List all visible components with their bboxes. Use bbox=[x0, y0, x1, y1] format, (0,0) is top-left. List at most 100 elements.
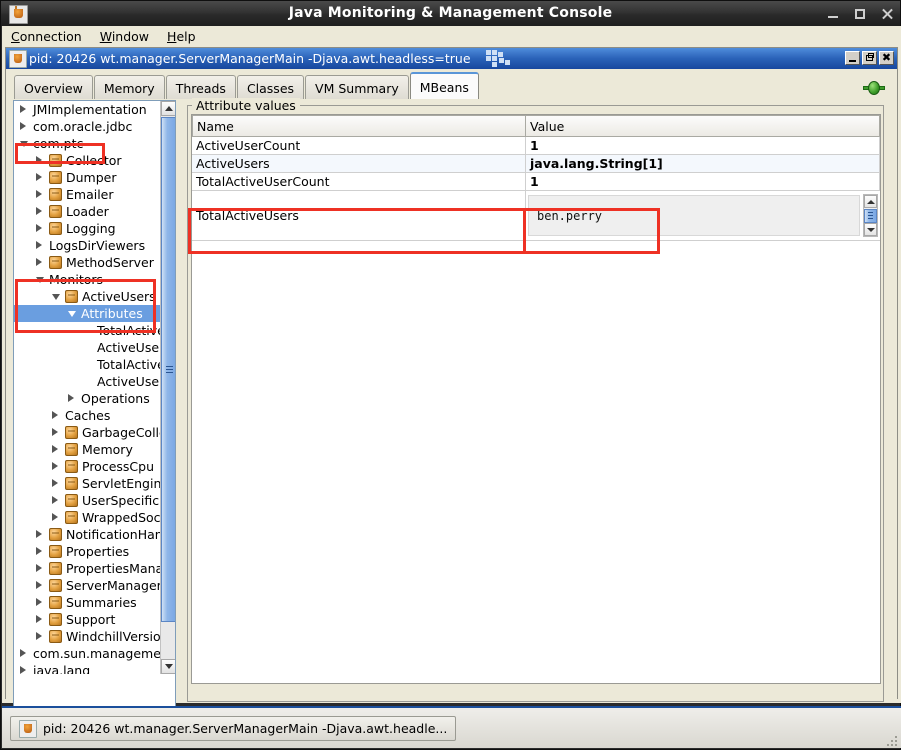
tree-node-activeusers[interactable]: ActiveUsers bbox=[14, 373, 161, 390]
tree-node-support[interactable]: Support bbox=[14, 611, 161, 628]
chevron-down-icon[interactable] bbox=[52, 294, 60, 300]
tree-node-activeusers[interactable]: ActiveUsers bbox=[14, 288, 161, 305]
chevron-right-icon[interactable] bbox=[36, 207, 42, 215]
menu-item-window[interactable]: Window bbox=[91, 27, 158, 46]
chevron-right-icon[interactable] bbox=[36, 581, 42, 589]
menu-item-connection[interactable]: Connection bbox=[2, 27, 91, 46]
column-header-value[interactable]: Value bbox=[526, 115, 880, 137]
array-value-list[interactable]: ben.perry bbox=[528, 195, 860, 236]
chevron-right-icon[interactable] bbox=[36, 632, 42, 640]
tree-node-activeusercount[interactable]: ActiveUserCount bbox=[14, 339, 161, 356]
tree-node-attributes[interactable]: Attributes bbox=[14, 305, 161, 322]
tab-memory[interactable]: Memory bbox=[93, 75, 165, 102]
table-row[interactable]: ActiveUsers java.lang.String[1] bbox=[192, 155, 880, 173]
restore-icon[interactable] bbox=[862, 51, 877, 65]
chevron-right-icon[interactable] bbox=[36, 615, 42, 623]
tree-node-emailer[interactable]: Emailer bbox=[14, 186, 161, 203]
chevron-right-icon[interactable] bbox=[36, 156, 42, 164]
mbean-tree-panel[interactable]: JMImplementation com.oracle.jdbc com.ptc Co… bbox=[13, 100, 176, 729]
tree-node-com-ptc[interactable]: com.ptc bbox=[14, 135, 161, 152]
attribute-value-cell[interactable]: ben.perry bbox=[526, 191, 880, 240]
tree-node-operations[interactable]: Operations bbox=[14, 390, 161, 407]
chevron-right-icon[interactable] bbox=[36, 547, 42, 555]
chevron-right-icon[interactable] bbox=[20, 122, 26, 130]
attribute-name-cell[interactable]: TotalActiveUsers bbox=[192, 191, 526, 240]
attribute-name-cell[interactable]: TotalActiveUserCount bbox=[192, 173, 526, 191]
chevron-right-icon[interactable] bbox=[36, 241, 42, 249]
tree-node-com-oracle-jdbc[interactable]: com.oracle.jdbc bbox=[14, 118, 161, 135]
array-value-scrollbar[interactable] bbox=[863, 194, 878, 237]
tree-node-processcpu[interactable]: ProcessCpu bbox=[14, 458, 161, 475]
close-icon[interactable]: ✖ bbox=[879, 51, 894, 65]
maximize-icon[interactable] bbox=[853, 7, 867, 21]
chevron-right-icon[interactable] bbox=[20, 666, 26, 674]
taskbar-window-button[interactable]: pid: 20426 wt.manager.ServerManagerMain … bbox=[10, 716, 457, 741]
tree-node-monitors[interactable]: Monitors bbox=[14, 271, 161, 288]
tree-node-com-sun-management[interactable]: com.sun.management bbox=[14, 645, 161, 662]
tree-node-caches[interactable]: Caches bbox=[14, 407, 161, 424]
chevron-right-icon[interactable] bbox=[52, 513, 58, 521]
attribute-name-cell[interactable]: ActiveUsers bbox=[192, 155, 526, 173]
tree-node-totalactiveusers[interactable]: TotalActiveUsers bbox=[14, 356, 161, 373]
tree-node-summaries[interactable]: Summaries bbox=[14, 594, 161, 611]
tree-node-servermanager[interactable]: ServerManager bbox=[14, 577, 161, 594]
chevron-right-icon[interactable] bbox=[52, 445, 58, 453]
close-icon[interactable] bbox=[880, 7, 894, 21]
tree-node-dumper[interactable]: Dumper bbox=[14, 169, 161, 186]
chevron-right-icon[interactable] bbox=[36, 224, 42, 232]
tree-node-notificationhandler[interactable]: NotificationHandler bbox=[14, 526, 161, 543]
scroll-down-icon[interactable] bbox=[864, 223, 877, 236]
chevron-right-icon[interactable] bbox=[36, 530, 42, 538]
chevron-right-icon[interactable] bbox=[52, 411, 58, 419]
attribute-values-table[interactable]: Name Value ActiveUserCount 1 ActiveUsers ja… bbox=[191, 114, 881, 684]
chevron-right-icon[interactable] bbox=[52, 496, 58, 504]
tree-node-userspecific[interactable]: UserSpecific bbox=[14, 492, 161, 509]
tree-node-garbagecollector[interactable]: GarbageCollector bbox=[14, 424, 161, 441]
tree-node-propertiesmanager[interactable]: PropertiesManager bbox=[14, 560, 161, 577]
mbean-tree[interactable]: JMImplementation com.oracle.jdbc com.ptc Co… bbox=[14, 101, 161, 674]
resize-grip-icon[interactable] bbox=[883, 734, 897, 746]
chevron-right-icon[interactable] bbox=[20, 649, 26, 657]
chevron-right-icon[interactable] bbox=[52, 428, 58, 436]
tree-node-totalactiveusercount[interactable]: TotalActiveUserCount bbox=[14, 322, 161, 339]
tab-vm-summary[interactable]: VM Summary bbox=[305, 75, 409, 102]
chevron-down-icon[interactable] bbox=[36, 277, 44, 283]
chevron-down-icon[interactable] bbox=[68, 311, 76, 317]
chevron-right-icon[interactable] bbox=[36, 190, 42, 198]
tree-node-methodserver[interactable]: MethodServer bbox=[14, 254, 161, 271]
tree-vertical-scrollbar[interactable] bbox=[160, 101, 175, 674]
attribute-name-cell[interactable]: ActiveUserCount bbox=[192, 137, 526, 155]
scroll-down-icon[interactable] bbox=[161, 659, 175, 674]
tree-node-memory[interactable]: Memory bbox=[14, 441, 161, 458]
attribute-value-cell[interactable]: 1 bbox=[526, 137, 880, 155]
chevron-right-icon[interactable] bbox=[36, 258, 42, 266]
tree-vscroll-thumb[interactable] bbox=[161, 117, 175, 622]
chevron-right-icon[interactable] bbox=[20, 105, 26, 113]
tree-node-windchillversion[interactable]: WindchillVersion bbox=[14, 628, 161, 645]
minimize-icon[interactable] bbox=[826, 7, 840, 21]
table-row[interactable]: TotalActiveUserCount 1 bbox=[192, 173, 880, 191]
tree-node-logsdirviewers[interactable]: LogsDirViewers bbox=[14, 237, 161, 254]
tree-node-servletengine[interactable]: ServletEngine bbox=[14, 475, 161, 492]
chevron-right-icon[interactable] bbox=[68, 394, 74, 402]
scroll-up-icon[interactable] bbox=[864, 195, 877, 208]
tree-node-properties[interactable]: Properties bbox=[14, 543, 161, 560]
chevron-right-icon[interactable] bbox=[36, 173, 42, 181]
attribute-value-cell[interactable]: 1 bbox=[526, 173, 880, 191]
tree-node-collector[interactable]: Collector bbox=[14, 152, 161, 169]
table-row[interactable]: ActiveUserCount 1 bbox=[192, 137, 880, 155]
tab-overview[interactable]: Overview bbox=[14, 75, 93, 102]
table-row-expanded-array[interactable]: TotalActiveUsers ben.perry bbox=[192, 191, 880, 241]
column-header-name[interactable]: Name bbox=[192, 115, 526, 137]
chevron-right-icon[interactable] bbox=[36, 564, 42, 572]
attribute-value-cell[interactable]: java.lang.String[1] bbox=[526, 155, 880, 173]
minimize-icon[interactable] bbox=[845, 51, 860, 65]
array-scroll-thumb[interactable] bbox=[864, 209, 877, 223]
tree-node-java-lang[interactable]: java.lang bbox=[14, 662, 161, 674]
tree-node-loader[interactable]: Loader bbox=[14, 203, 161, 220]
chevron-down-icon[interactable] bbox=[20, 141, 28, 147]
chevron-right-icon[interactable] bbox=[52, 462, 58, 470]
tree-node-wrappedsocket[interactable]: WrappedSocket bbox=[14, 509, 161, 526]
tree-node-logging[interactable]: Logging bbox=[14, 220, 161, 237]
chevron-right-icon[interactable] bbox=[52, 479, 58, 487]
